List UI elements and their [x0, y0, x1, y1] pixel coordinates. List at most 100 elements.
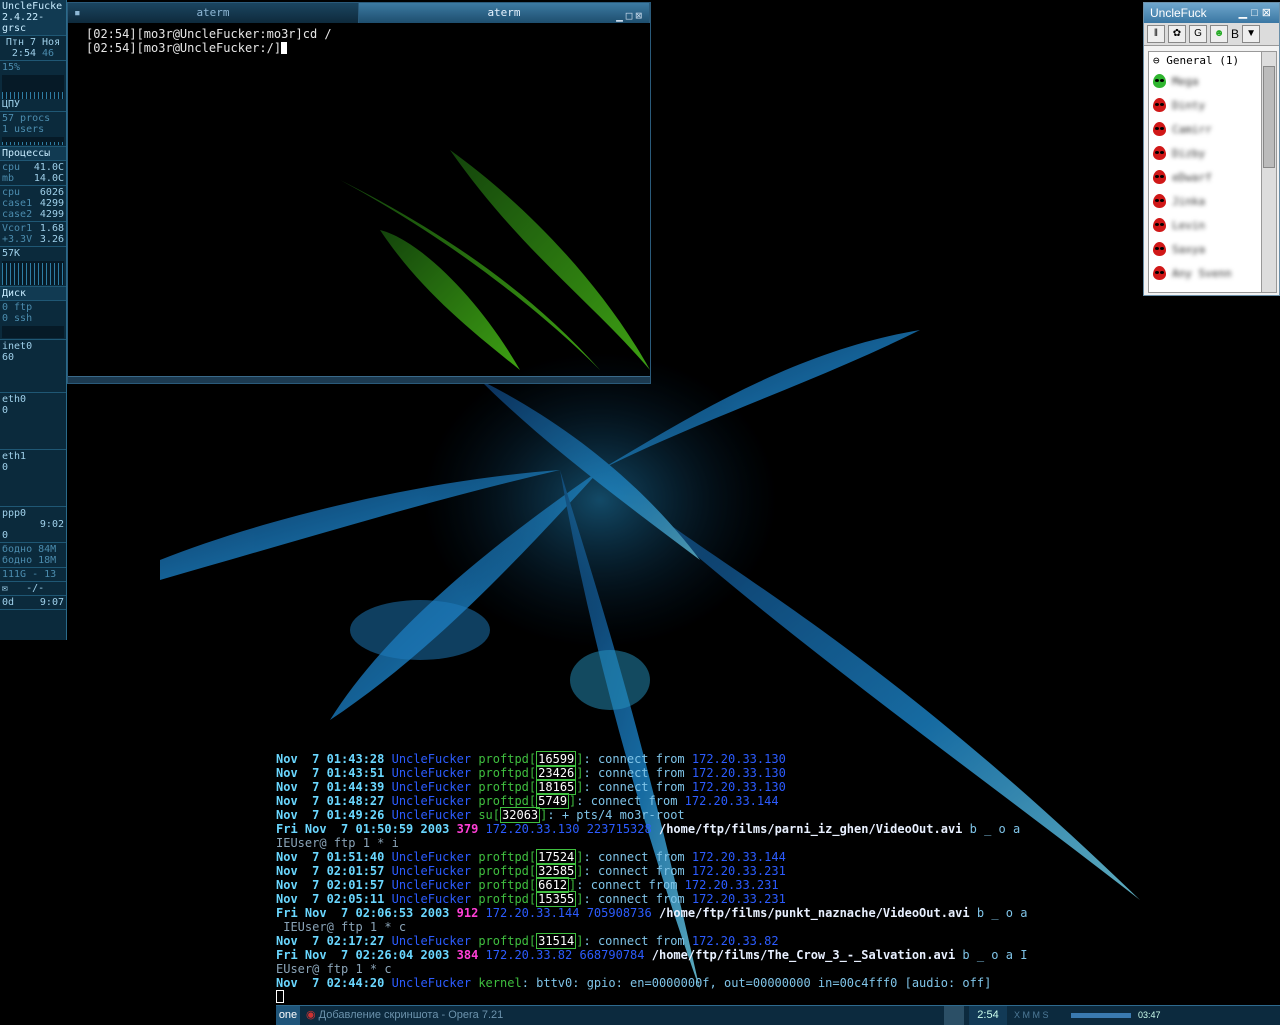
inet-label: inet0: [2, 341, 33, 352]
gadu-icon[interactable]: G: [1189, 25, 1207, 43]
aterm-tab-2[interactable]: aterm ▁□⊠: [359, 3, 650, 23]
bracket: ]: [576, 864, 584, 878]
buddy-list-titlebar[interactable]: UncleFuck ▁□⊠: [1144, 3, 1279, 23]
horizontal-scrollbar[interactable]: [68, 376, 650, 383]
alien-icon[interactable]: ☻: [1210, 25, 1228, 43]
sensor-row: cpu 6026: [2, 187, 64, 198]
log-program: proftpd: [478, 878, 529, 892]
ftp-count: 0 ftp: [2, 302, 33, 313]
sensor-row: mb 14.0C: [2, 173, 64, 184]
opera-icon: ◉: [306, 1009, 316, 1021]
ppp0-monitor[interactable]: ppp0 9:02 0: [0, 507, 66, 543]
log-message: : connect from: [576, 794, 685, 808]
minimize-icon[interactable]: ▁: [1239, 7, 1251, 19]
fans-monitor[interactable]: cpu 6026 case1 4299 case2 4299: [0, 186, 66, 222]
cpu-monitor[interactable]: 15% ЦПУ: [0, 61, 66, 112]
eth0-monitor[interactable]: eth0 0: [0, 393, 66, 450]
buddy-item[interactable]: Any Svenn: [1149, 261, 1263, 285]
bracket: ]: [576, 752, 584, 766]
ssh-count: 0 ssh: [2, 313, 33, 324]
handle-icon[interactable]: ‖: [1147, 25, 1165, 43]
sensors-monitor[interactable]: cpu 41.0C mb 14.0C: [0, 161, 66, 186]
buddy-item[interactable]: Levin: [1149, 213, 1263, 237]
buddy-name: Jinka: [1172, 194, 1206, 208]
gkrellm-host: UncleFucke 2.4.22-grsc: [0, 0, 66, 36]
buddy-group[interactable]: ⊖ General (1): [1149, 52, 1263, 69]
disk-monitor[interactable]: 57K: [0, 247, 66, 287]
desktop-switcher[interactable]: one: [276, 1006, 300, 1025]
log-program: proftpd: [478, 780, 529, 794]
tab-label: aterm: [487, 6, 521, 19]
close-icon[interactable]: ⊠: [1262, 7, 1275, 19]
proc-monitor[interactable]: 57 procs 1 users: [0, 112, 66, 147]
log-program: proftpd: [478, 794, 529, 808]
maximize-icon[interactable]: □: [626, 9, 636, 22]
tray-alien-icon[interactable]: [944, 1006, 964, 1025]
log-date: Nov 7 02:01:57: [276, 878, 385, 892]
log-ip: 172.20.33.231: [691, 892, 786, 906]
log-host: UncleFucker: [391, 766, 472, 780]
buddy-item[interactable]: Jinka: [1149, 189, 1263, 213]
uptime-monitor: 0d 9:07: [0, 596, 66, 610]
services-monitor[interactable]: 0 ftp 0 ssh: [0, 301, 66, 340]
log-line: Nov 7 02:05:11 UncleFucker proftpd[15355…: [276, 891, 1116, 907]
log-program: su: [478, 808, 493, 822]
window-menu-icon[interactable]: ▪: [74, 3, 81, 23]
mem-free: бодно 84M: [2, 544, 57, 555]
gkrellm-clock: Птн 7 Ноя 2:54 46: [0, 36, 66, 61]
log-host: UncleFucker: [391, 850, 472, 864]
terminal-line: [02:54][mo3r@UncleFucker:mo3r]cd /: [86, 27, 332, 41]
ppp0-label: ppp0: [2, 508, 27, 519]
voltage-monitor[interactable]: Vcor1 1.68 +3.3V 3.26: [0, 222, 66, 247]
log-line: Fri Nov 7 01:50:59 2003 379 172.20.33.13…: [276, 822, 1116, 836]
scrollbar-thumb[interactable]: [1263, 66, 1275, 168]
bold-label[interactable]: B: [1231, 27, 1239, 41]
log-line: Nov 7 01:43:28 UncleFucker proftpd[16599…: [276, 751, 1116, 767]
log-host: UncleFucker: [391, 808, 472, 822]
terminal-output[interactable]: [02:54][mo3r@UncleFucker:mo3r]cd / [02:54…: [68, 23, 650, 59]
inet-monitor[interactable]: inet0 60: [0, 340, 66, 393]
log-ip: 172.20.33.130: [485, 822, 580, 836]
xfer-flags: b _ o a: [969, 906, 1028, 920]
date-label: Птн 7 Ноя: [5, 37, 61, 48]
eth1-monitor[interactable]: eth1 0: [0, 450, 66, 507]
xfer-size: 705908736: [586, 906, 652, 920]
buddy-item[interactable]: Camirr: [1149, 117, 1263, 141]
window-buttons: ▁□⊠: [616, 6, 645, 26]
mem-monitor[interactable]: бодно 84M бодно 18M: [0, 543, 66, 568]
buddy-list[interactable]: ⊖ General (1) Mega Dinty Camirr Dizby eDwarf…: [1148, 51, 1264, 293]
aterm-titlebar[interactable]: ▪ aterm aterm ▁□⊠: [68, 3, 650, 23]
close-icon[interactable]: ⊠: [635, 9, 645, 22]
buddy-item[interactable]: Saxya: [1149, 237, 1263, 261]
xmms-progress[interactable]: [1071, 1013, 1131, 1018]
log-message: : connect from: [583, 850, 692, 864]
log-ip: 172.20.33.231: [691, 864, 786, 878]
bracket: ]: [576, 780, 584, 794]
buddy-item[interactable]: Dizby: [1149, 141, 1263, 165]
log-host: UncleFucker: [391, 976, 472, 990]
buddy-status-icon: [1153, 242, 1166, 256]
mail-monitor[interactable]: ✉ -/-: [0, 582, 66, 596]
flower-icon[interactable]: ✿: [1168, 25, 1186, 43]
buddy-item[interactable]: eDwarf: [1149, 165, 1263, 189]
maximize-icon[interactable]: □: [1251, 7, 1262, 19]
log-ip: 172.20.33.130: [691, 752, 786, 766]
services-graph: [2, 326, 64, 338]
aterm-window[interactable]: ▪ aterm aterm ▁□⊠ [02:54][mo3r@UncleFuck…: [67, 2, 651, 384]
buddy-status-icon: [1153, 218, 1166, 232]
taskbar-item-label: Добавление скриншота - Opera 7.21: [318, 1009, 504, 1021]
vertical-scrollbar[interactable]: [1261, 51, 1277, 293]
buddy-name: Levin: [1172, 218, 1206, 232]
aterm-tab-1[interactable]: ▪ aterm: [68, 3, 359, 23]
buddy-item[interactable]: Dinty: [1149, 93, 1263, 117]
buddy-item[interactable]: Mega: [1149, 69, 1263, 93]
buddy-list-window[interactable]: UncleFuck ▁□⊠ ‖ ✿ G ☻ B ▼ ⊖ General (1) …: [1143, 2, 1280, 296]
fs-usage: 111G - 13: [2, 569, 57, 580]
log-date: Fri Nov 7 02:26:04 2003: [276, 948, 450, 962]
expand-icon[interactable]: ▼: [1242, 25, 1261, 43]
log-program: proftpd: [478, 864, 529, 878]
taskbar-item[interactable]: ◉ Добавление скриншота - Opera 7.21: [306, 1006, 503, 1025]
minimize-icon[interactable]: ▁: [616, 9, 626, 22]
buddy-name: Any Svenn: [1172, 266, 1232, 280]
fs-monitor[interactable]: 111G - 13: [0, 568, 66, 582]
